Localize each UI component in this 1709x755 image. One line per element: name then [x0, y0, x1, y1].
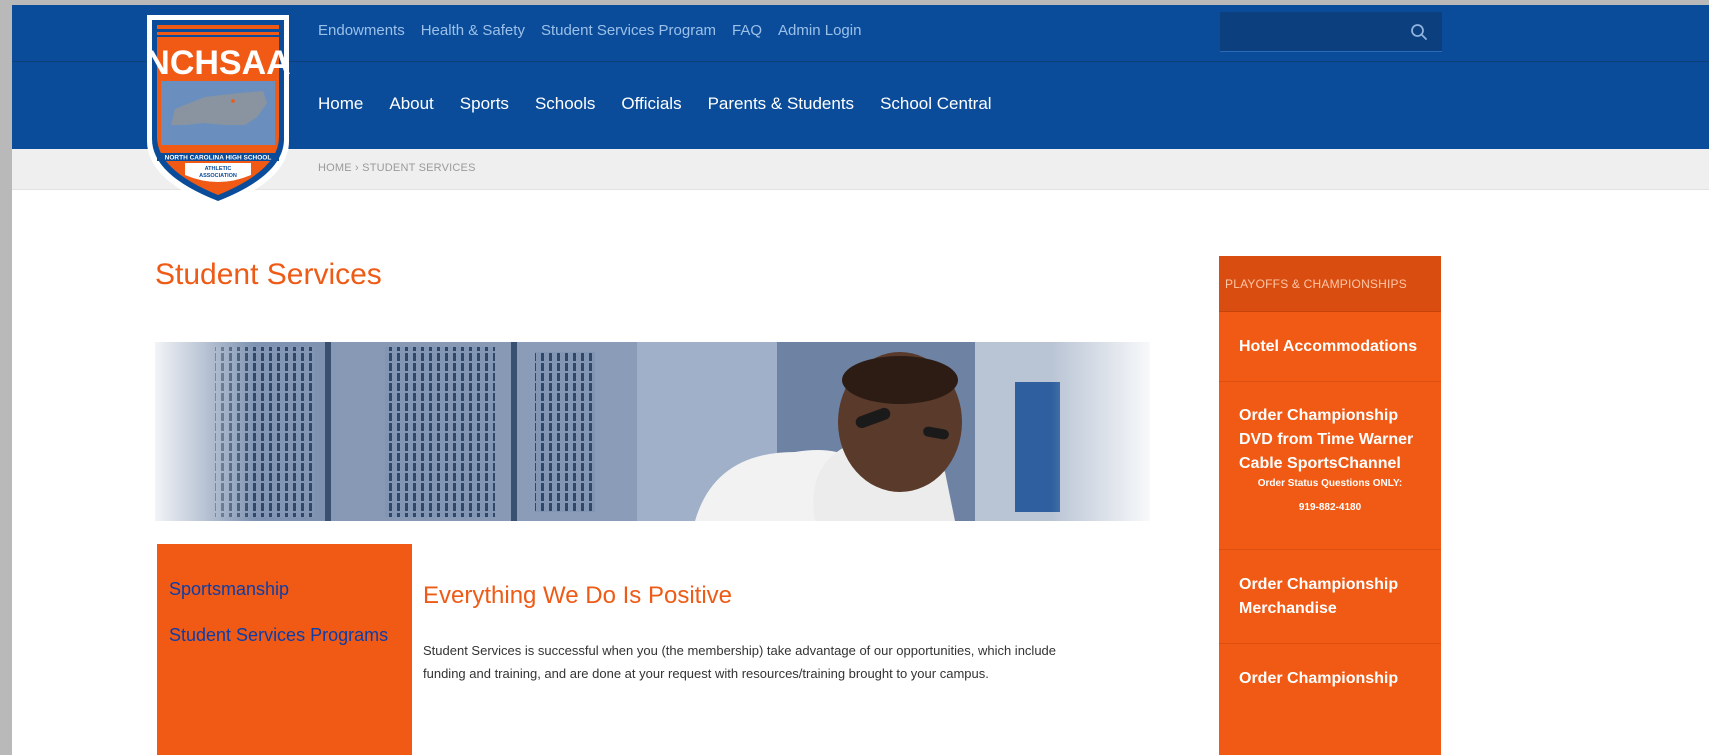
intro-line-1: Student Services is successful when you … — [423, 643, 1057, 658]
nav-schools[interactable]: Schools — [535, 94, 595, 114]
main-nav: Home About Sports Schools Officials Pare… — [318, 94, 1018, 114]
intro-line-2: funding and training, and are done at yo… — [423, 666, 989, 681]
logo-banner-line1: NORTH CAROLINA HIGH SCHOOL — [165, 155, 272, 162]
side-menu: Sportsmanship Student Services Programs — [157, 544, 412, 755]
nav-parents-students[interactable]: Parents & Students — [708, 94, 854, 114]
championships-sidebar: PLAYOFFS & CHAMPIONSHIPS Hotel Accommoda… — [1219, 256, 1441, 755]
nav-sports[interactable]: Sports — [460, 94, 509, 114]
side-menu-item-sportsmanship[interactable]: Sportsmanship — [169, 577, 400, 601]
util-link-faq[interactable]: FAQ — [732, 22, 762, 39]
promo-item-dvd[interactable]: Order Championship DVD from Time Warner … — [1219, 382, 1441, 550]
page: Endowments Health & Safety Student Servi… — [12, 5, 1709, 755]
search-input[interactable] — [1220, 12, 1400, 52]
nav-about[interactable]: About — [389, 94, 433, 114]
util-link-admin-login[interactable]: Admin Login — [778, 22, 861, 39]
nav-school-central[interactable]: School Central — [880, 94, 992, 114]
nav-home[interactable]: Home — [318, 94, 363, 114]
promo-item-title: Order Championship — [1239, 670, 1399, 687]
util-link-health-safety[interactable]: Health & Safety — [421, 22, 525, 39]
section-title: Everything We Do Is Positive — [423, 582, 733, 609]
promo-item-championship[interactable]: Order Championship — [1219, 644, 1441, 724]
intro-text: Student Services is successful when you … — [423, 639, 1163, 685]
promo-item-title: Order Championship Merchandise — [1239, 576, 1399, 617]
page-title: Student Services — [155, 258, 382, 291]
logo-banner-line3: ASSOCIATION — [199, 173, 237, 179]
side-menu-item-student-services-programs[interactable]: Student Services Programs — [169, 623, 400, 647]
promo-item-merchandise[interactable]: Order Championship Merchandise — [1219, 550, 1441, 644]
promo-item-title: Hotel Accommodations — [1239, 338, 1418, 355]
nav-officials[interactable]: Officials — [621, 94, 681, 114]
search-icon[interactable] — [1410, 23, 1428, 41]
breadcrumb[interactable]: HOME › STUDENT SERVICES — [318, 162, 476, 174]
logo-wordmark: NCHSAA — [145, 44, 290, 82]
promo-item-note: Order Status Questions ONLY: — [1257, 478, 1403, 489]
search-box — [1220, 12, 1442, 52]
promo-item-phone: 919-882-4180 — [1298, 502, 1362, 513]
nchsaa-logo[interactable]: NCHSAA NORTH CAROLINA HIGH SCHOOL ATHLET… — [145, 13, 291, 209]
util-link-endowments[interactable]: Endowments — [318, 22, 405, 39]
promo-item-title: Order Championship DVD from Time Warner … — [1239, 407, 1414, 472]
logo-banner-line2: ATHLETIC — [205, 166, 232, 172]
hero-image — [155, 342, 1150, 521]
sidebar-heading: PLAYOFFS & CHAMPIONSHIPS — [1219, 256, 1441, 312]
utility-nav: Endowments Health & Safety Student Servi… — [318, 22, 877, 39]
promo-item-hotel[interactable]: Hotel Accommodations — [1219, 312, 1441, 382]
util-link-student-services[interactable]: Student Services Program — [541, 22, 716, 39]
